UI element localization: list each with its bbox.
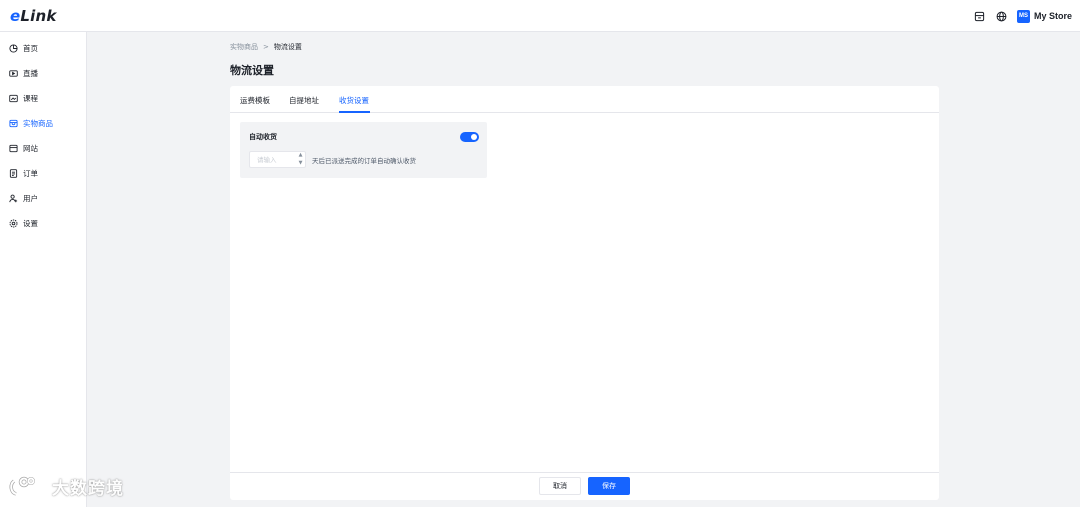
sidebar-item-label: 用户	[23, 194, 38, 203]
auto-receive-title: 自动收货	[249, 133, 277, 141]
days-number-input: ▲ ▼	[249, 151, 306, 168]
auto-receive-toggle[interactable]	[460, 132, 479, 142]
auto-receive-description: 天后已派送完成的订单自动确认收货	[312, 157, 416, 165]
watermark: 大数跨境	[8, 474, 124, 499]
page-title: 物流设置	[230, 64, 274, 77]
cancel-button[interactable]: 取消	[539, 477, 581, 495]
sidebar-item-settings[interactable]: 设置	[0, 211, 86, 236]
website-icon	[9, 144, 18, 153]
breadcrumb-parent[interactable]: 实物商品	[230, 42, 258, 52]
days-input[interactable]	[250, 152, 296, 167]
tab-pickup-address[interactable]: 自提地址	[289, 95, 319, 106]
form-footer: 取消 保存	[230, 472, 939, 500]
dashboard-icon	[9, 44, 18, 53]
stepper-up-icon[interactable]: ▲	[299, 153, 303, 158]
store-name: My Store	[1033, 11, 1072, 21]
course-icon	[9, 94, 18, 103]
sidebar-item-label: 实物商品	[23, 119, 53, 128]
breadcrumb-current: 物流设置	[273, 43, 302, 51]
logo-prefix: e	[10, 6, 21, 25]
top-bar: e Link MS My Store	[0, 0, 1080, 32]
auto-receive-panel: 自动收货 ▲ ▼ 天后已派送完成的订单自动确认收货	[240, 122, 487, 178]
app-logo[interactable]: e Link	[10, 7, 57, 25]
store-icon[interactable]	[973, 9, 987, 23]
product-icon	[9, 119, 18, 128]
tab-bar: 运费模板 自提地址 收货设置	[230, 86, 939, 113]
settings-icon	[9, 219, 18, 228]
sidebar-item-live[interactable]: 直播	[0, 61, 86, 86]
sidebar-item-users[interactable]: 用户	[0, 186, 86, 211]
days-stepper[interactable]: ▲ ▼	[296, 152, 305, 167]
watermark-logo-icon	[9, 476, 35, 496]
sidebar-item-label: 首页	[23, 44, 38, 53]
watermark-text: 大数跨境	[52, 479, 124, 499]
logo-text: Link	[20, 6, 57, 25]
stepper-down-icon[interactable]: ▼	[299, 160, 303, 166]
save-button[interactable]: 保存	[588, 477, 630, 495]
sidebar-item-label: 课程	[23, 94, 38, 103]
sidebar-item-label: 订单	[23, 169, 38, 178]
sidebar-item-orders[interactable]: 订单	[0, 161, 86, 186]
globe-icon[interactable]	[995, 9, 1009, 23]
sidebar-item-products[interactable]: 实物商品	[0, 111, 86, 136]
sidebar: 首页 直播 课程 实物商品 网站 订单 用户 设置	[0, 32, 87, 507]
sidebar-item-website[interactable]: 网站	[0, 136, 86, 161]
sidebar-item-label: 设置	[23, 219, 38, 228]
user-icon	[9, 194, 18, 203]
sidebar-item-home[interactable]: 首页	[0, 36, 86, 61]
sidebar-item-course[interactable]: 课程	[0, 86, 86, 111]
store-switcher[interactable]: MS My Store	[1016, 9, 1072, 23]
breadcrumb: 实物商品 > 物流设置	[230, 42, 302, 52]
order-icon	[9, 169, 18, 178]
tab-receipt-settings[interactable]: 收货设置	[339, 95, 369, 106]
live-icon	[9, 70, 18, 77]
store-avatar: MS	[1016, 9, 1030, 23]
tab-shipping-template[interactable]: 运费模板	[240, 95, 270, 106]
sidebar-item-label: 网站	[23, 144, 38, 153]
active-tab-indicator	[339, 111, 370, 113]
breadcrumb-separator: >	[263, 43, 269, 51]
sidebar-item-label: 直播	[23, 69, 38, 78]
content-card: 运费模板 自提地址 收货设置 自动收货 ▲ ▼ 天后已派送完成的订单自动确认收货…	[230, 86, 939, 500]
